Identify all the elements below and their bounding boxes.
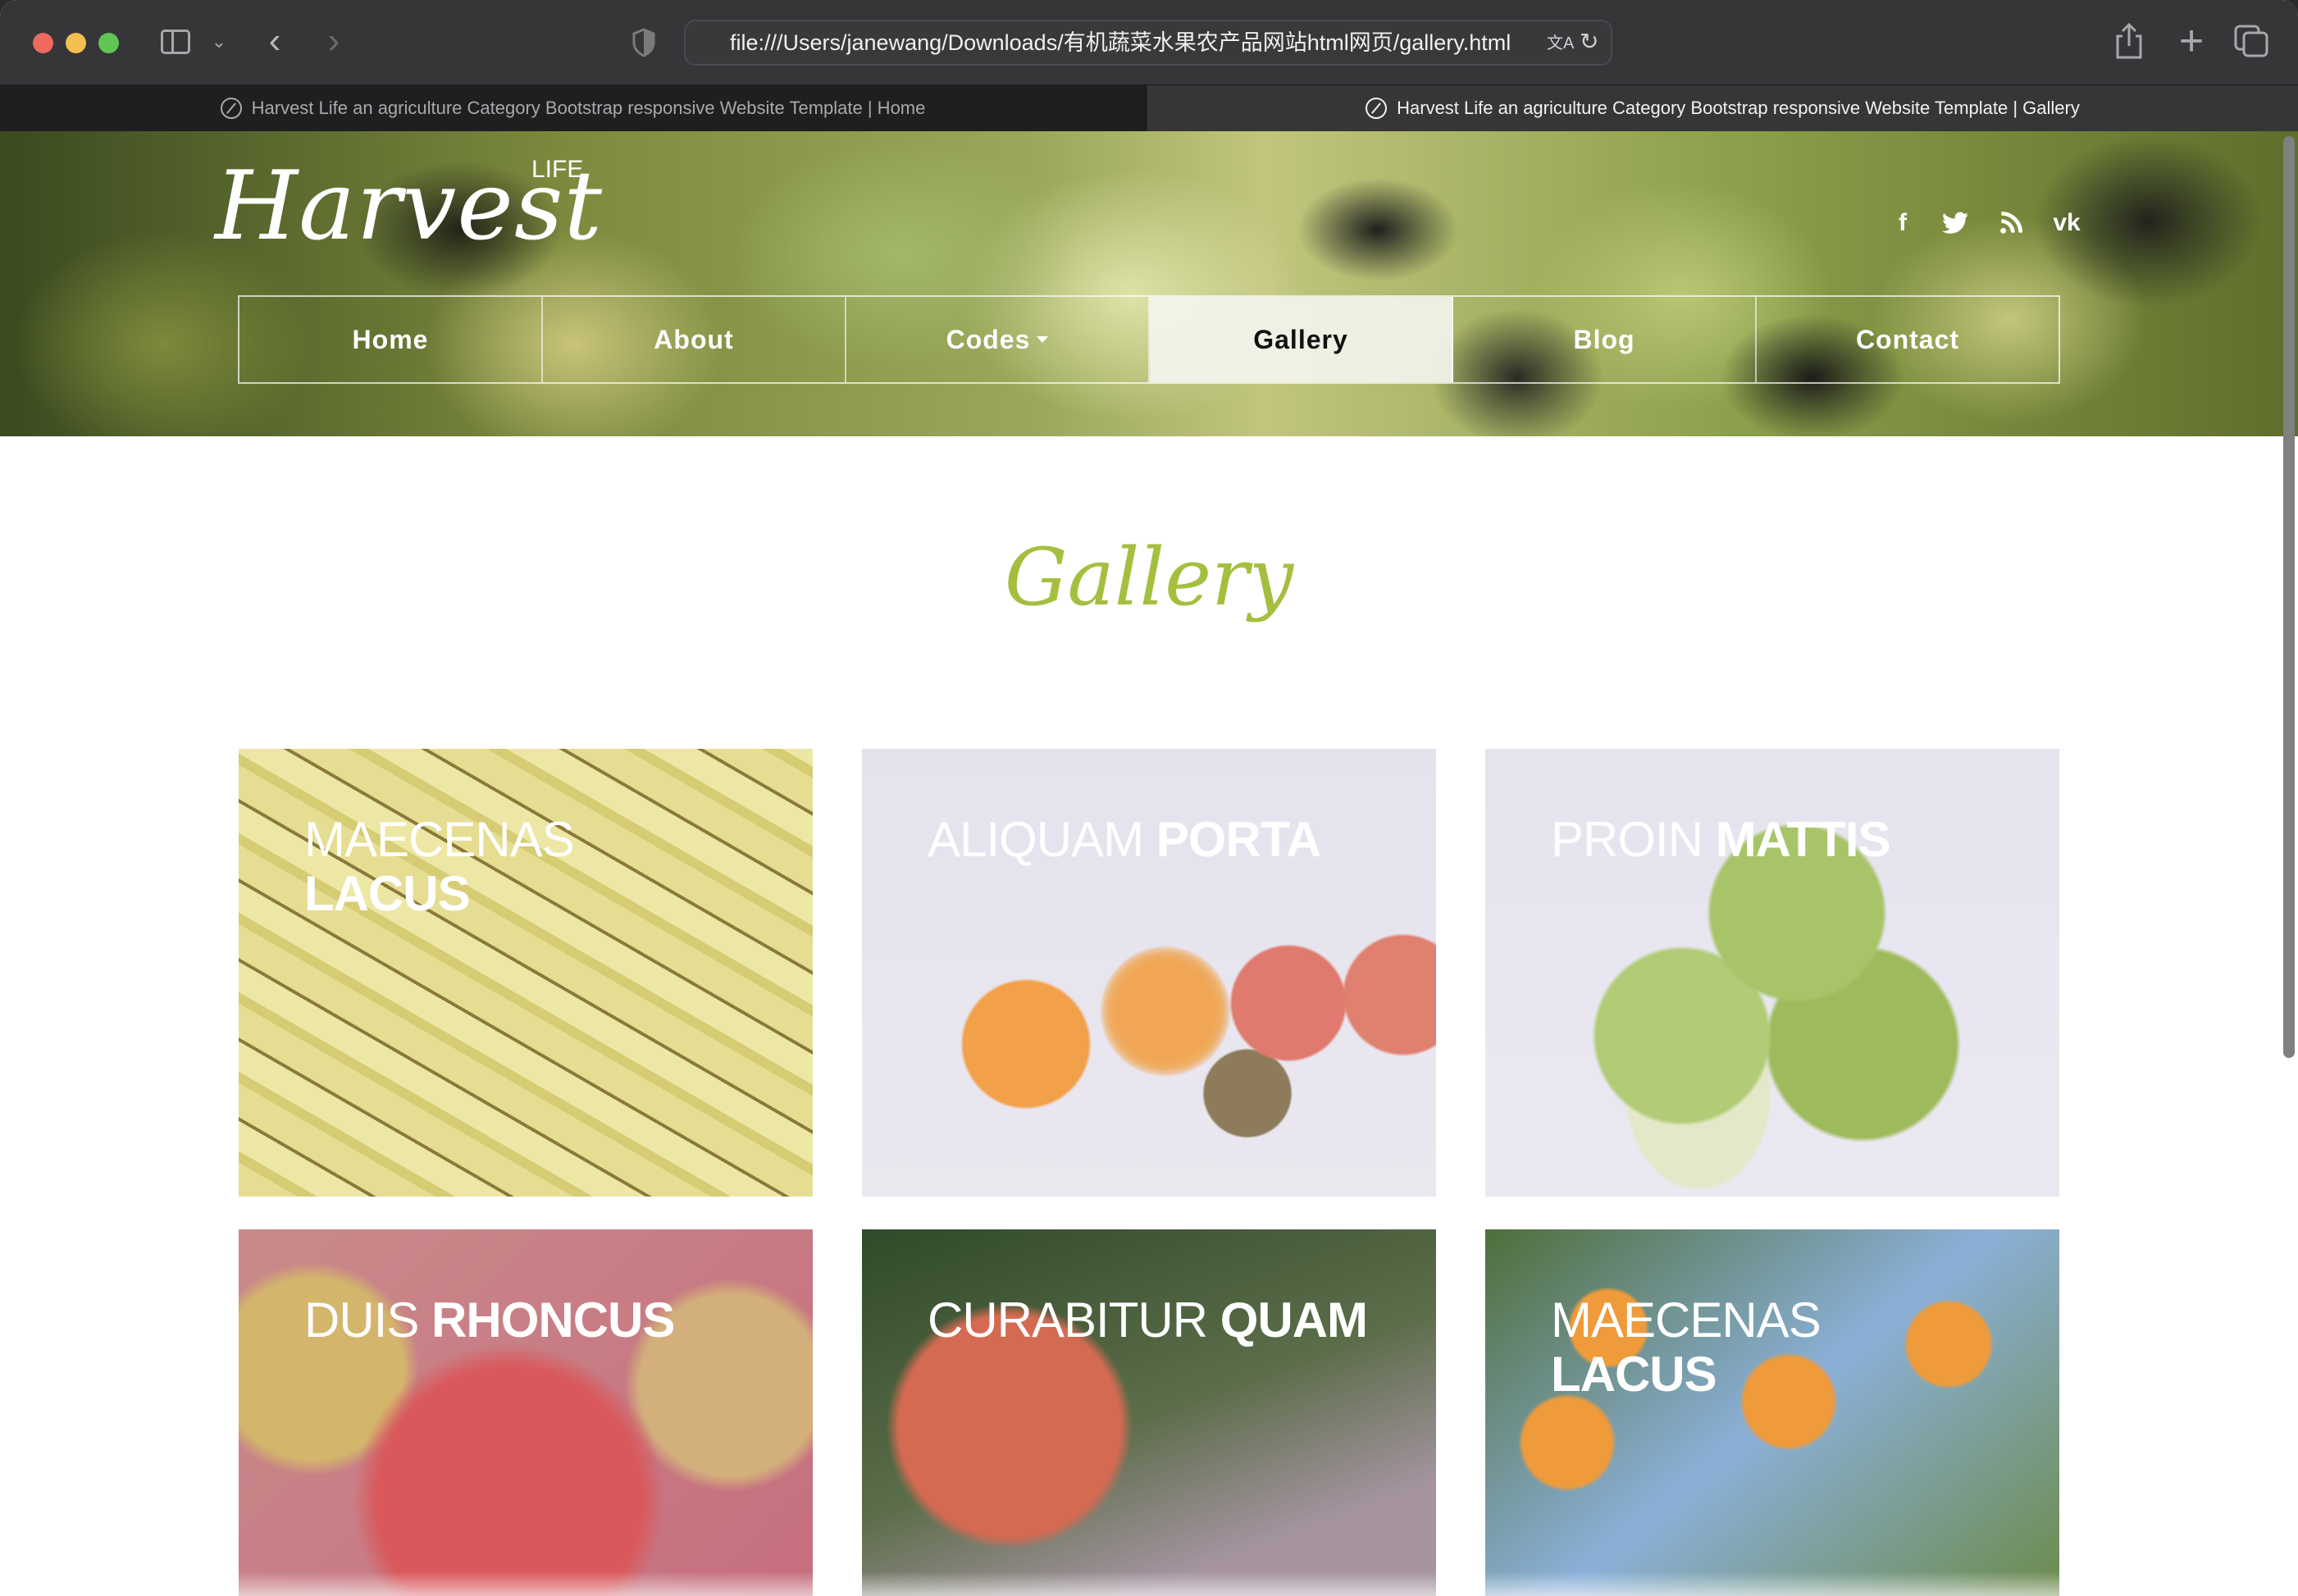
caption-bold: QUAM (1220, 1293, 1368, 1347)
gallery-item[interactable]: DUIS RHONCUS (239, 1229, 813, 1596)
chevron-down-icon[interactable]: ⌄ (208, 28, 230, 56)
caption-bold: MATTIS (1715, 812, 1891, 867)
nav-about[interactable]: About (543, 297, 846, 382)
gallery-caption: ALIQUAM PORTA (928, 812, 1322, 867)
tab-bar: Harvest Life an agriculture Category Boo… (0, 85, 2298, 131)
gallery-item[interactable]: MAECENAS LACUS (1485, 1229, 2059, 1596)
caption-bold: RHONCUS (431, 1293, 675, 1347)
tab-home[interactable]: Harvest Life an agriculture Category Boo… (0, 85, 1147, 131)
caption-light: CURABITUR (928, 1293, 1208, 1347)
address-bar[interactable]: file:///Users/janewang/Downloads/有机蔬菜水果农… (684, 20, 1612, 66)
nav-about-label: About (654, 324, 734, 354)
web-page: Harvest LIFE f vk Home About Codes Galle… (0, 131, 2298, 1596)
browser-window: ⌄ ‹ › file:///Users/janewang/Downloads/有… (0, 0, 2298, 1596)
caption-light: DUIS (304, 1293, 419, 1347)
gallery-caption: DUIS RHONCUS (304, 1293, 675, 1347)
nav-home-label: Home (352, 324, 429, 354)
compass-icon (1366, 98, 1388, 119)
caption-light: PROIN (1551, 812, 1703, 867)
gallery-caption: CURABITUR QUAM (928, 1293, 1368, 1347)
nav-blog[interactable]: Blog (1453, 297, 1757, 382)
caption-bold: PORTA (1156, 812, 1322, 867)
gallery-caption: MAECENAS LACUS (304, 812, 575, 921)
gallery-item[interactable]: PROIN MATTIS (1485, 749, 2059, 1197)
compass-icon (220, 98, 242, 119)
zoom-window-button[interactable] (98, 33, 119, 53)
minimize-window-button[interactable] (66, 33, 86, 53)
gallery-item[interactable]: MAECENAS LACUS (239, 749, 813, 1197)
browser-toolbar: ⌄ ‹ › file:///Users/janewang/Downloads/有… (0, 0, 2298, 85)
nav-codes-label: Codes (946, 324, 1031, 354)
bottom-fade (0, 1571, 2298, 1596)
nav-gallery[interactable]: Gallery (1150, 297, 1453, 382)
page-scrollbar[interactable] (2283, 136, 2295, 1058)
caption-light: ALIQUAM (928, 812, 1144, 867)
nav-codes[interactable]: Codes (846, 297, 1150, 382)
rss-icon[interactable] (1995, 207, 2027, 239)
site-logo-subtitle: LIFE (531, 156, 584, 183)
tab-overview-icon[interactable] (2234, 25, 2268, 57)
tab-title: Harvest Life an agriculture Category Boo… (1397, 98, 2080, 118)
nav-gallery-label: Gallery (1253, 324, 1348, 354)
header-banner: Harvest LIFE f vk Home About Codes Galle… (0, 131, 2298, 436)
caret-down-icon (1037, 336, 1049, 343)
sidebar-toggle-icon[interactable] (161, 30, 190, 54)
gallery-caption: PROIN MATTIS (1551, 812, 1891, 867)
close-window-button[interactable] (33, 33, 53, 53)
share-icon[interactable] (2113, 21, 2145, 61)
main-nav: Home About Codes Gallery Blog Contact (238, 295, 2060, 384)
caption-bold: LACUS (304, 866, 471, 921)
nav-blog-label: Blog (1573, 324, 1635, 354)
vk-icon[interactable]: vk (2050, 207, 2083, 239)
gallery-item[interactable]: CURABITUR QUAM (862, 1229, 1436, 1596)
forward-icon[interactable]: › (320, 21, 348, 61)
caption-light: MAECENAS (1551, 1293, 1822, 1347)
caption-bold: LACUS (1551, 1347, 1717, 1402)
caption-light: MAECENAS (304, 812, 575, 867)
tab-gallery[interactable]: Harvest Life an agriculture Category Boo… (1147, 85, 2298, 131)
privacy-shield-icon[interactable] (631, 28, 656, 57)
new-tab-icon[interactable]: + (2173, 17, 2209, 65)
tab-title: Harvest Life an agriculture Category Boo… (251, 98, 926, 118)
url-text[interactable]: file:///Users/janewang/Downloads/有机蔬菜水果农… (730, 21, 1511, 64)
back-icon[interactable]: ‹ (261, 21, 289, 61)
gallery-item[interactable]: ALIQUAM PORTA (862, 749, 1436, 1197)
facebook-icon[interactable]: f (1886, 207, 1919, 239)
twitter-icon[interactable] (1939, 207, 1972, 239)
reload-icon[interactable]: ↻ (1580, 28, 1601, 57)
gallery-caption: MAECENAS LACUS (1551, 1293, 1822, 1402)
nav-contact-label: Contact (1855, 324, 1960, 354)
nav-contact[interactable]: Contact (1757, 297, 2059, 382)
page-title: Gallery (1004, 531, 1294, 623)
nav-home[interactable]: Home (239, 297, 543, 382)
translate-icon[interactable]: 文A (1547, 30, 1575, 56)
